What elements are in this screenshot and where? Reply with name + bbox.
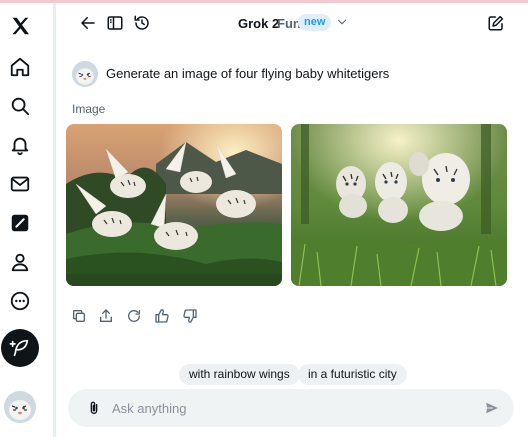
suggestion-chip-2[interactable]: in a futuristic city [298,364,407,385]
sidebar-divider [53,3,56,437]
user-avatar [72,61,98,87]
copy-icon[interactable] [71,308,87,324]
new-badge: new [298,14,332,31]
person-icon[interactable] [3,245,37,279]
response-label: Image [72,102,106,116]
user-prompt: Generate an image of four flying baby wh… [106,66,390,81]
thumbs-down-icon[interactable] [182,308,198,324]
ask-input[interactable] [112,394,472,422]
bell-icon[interactable] [3,128,37,162]
thumbs-up-icon[interactable] [154,308,170,324]
home-icon[interactable] [3,50,37,84]
new-chat-icon[interactable] [486,13,506,33]
mail-icon[interactable] [3,167,37,201]
feather-plus-icon [9,339,29,357]
chat-header: Grok 2 Fun new [56,3,528,43]
regenerate-icon[interactable] [126,308,142,324]
generated-image-2[interactable] [291,124,507,286]
compose-button[interactable] [1,329,39,367]
sidebar-nav [0,3,56,437]
model-name[interactable]: Grok 2 [238,16,279,31]
chevron-down-icon[interactable] [335,15,349,29]
share-icon[interactable] [98,308,114,324]
history-icon[interactable] [132,13,152,33]
generated-image-1[interactable] [66,124,282,286]
paperclip-icon[interactable] [86,400,102,416]
account-avatar[interactable] [4,391,36,423]
more-circle-icon[interactable] [3,284,37,318]
x-logo-icon[interactable] [3,9,37,43]
chat-input-bar [68,389,514,427]
grok-icon[interactable] [3,206,37,240]
back-arrow-icon[interactable] [78,13,98,33]
search-icon[interactable] [3,89,37,123]
sidebar-toggle-icon[interactable] [105,13,125,33]
suggestion-chip-1[interactable]: with rainbow wings [179,364,300,385]
send-icon[interactable] [484,400,500,416]
